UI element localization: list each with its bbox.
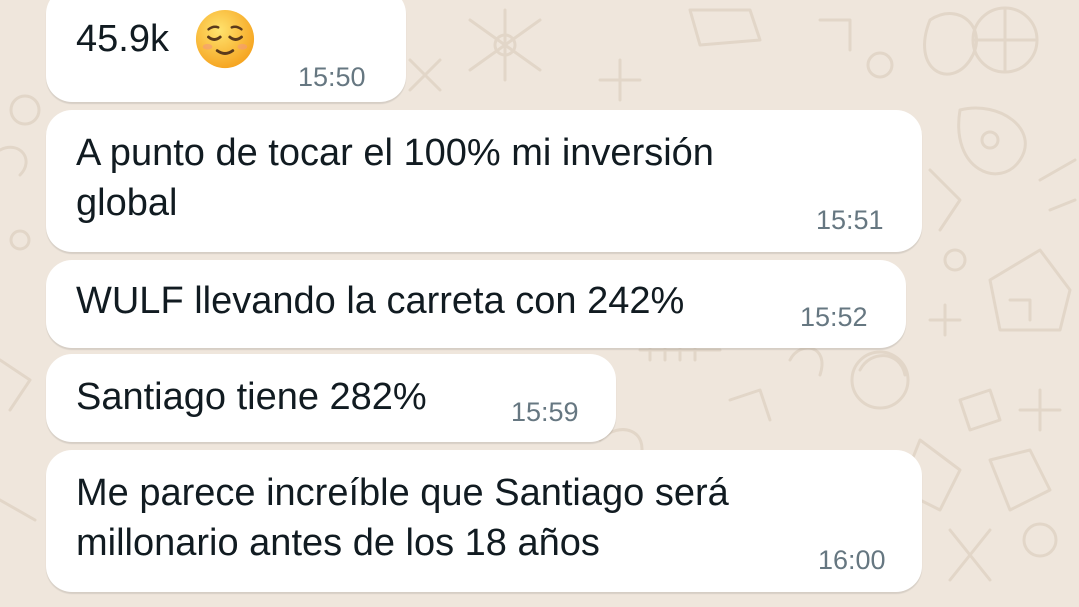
message-timestamp: 16:00 xyxy=(818,545,886,575)
message-timestamp: 15:59 xyxy=(511,397,579,427)
message-text: 45.9k xyxy=(76,18,169,60)
message-timestamp: 15:52 xyxy=(800,302,868,332)
message-timestamp: 15:50 xyxy=(298,62,366,92)
message-text: Santiago tiene 282% xyxy=(76,376,427,418)
message-timestamp: 15:51 xyxy=(816,205,884,235)
message-bubble[interactable]: A punto de tocar el 100% mi inversión gl… xyxy=(46,110,922,252)
message-bubble[interactable]: Me parece increíble que Santiago será mi… xyxy=(46,450,922,592)
message-bubble[interactable]: 45.9k 15:50 xyxy=(46,0,406,102)
message-text-line: global xyxy=(76,182,178,224)
relieved-face-emoji-icon xyxy=(195,9,255,69)
message-text-line: millonario antes de los 18 años xyxy=(76,522,600,564)
message-bubble[interactable]: Santiago tiene 282% 15:59 xyxy=(46,354,616,442)
message-text-line: Me parece increíble que Santiago será xyxy=(76,472,729,514)
message-text-line: A punto de tocar el 100% mi inversión xyxy=(76,132,714,174)
message-bubble[interactable]: WULF llevando la carreta con 242% 15:52 xyxy=(46,260,906,348)
message-text: WULF llevando la carreta con 242% xyxy=(76,280,685,322)
